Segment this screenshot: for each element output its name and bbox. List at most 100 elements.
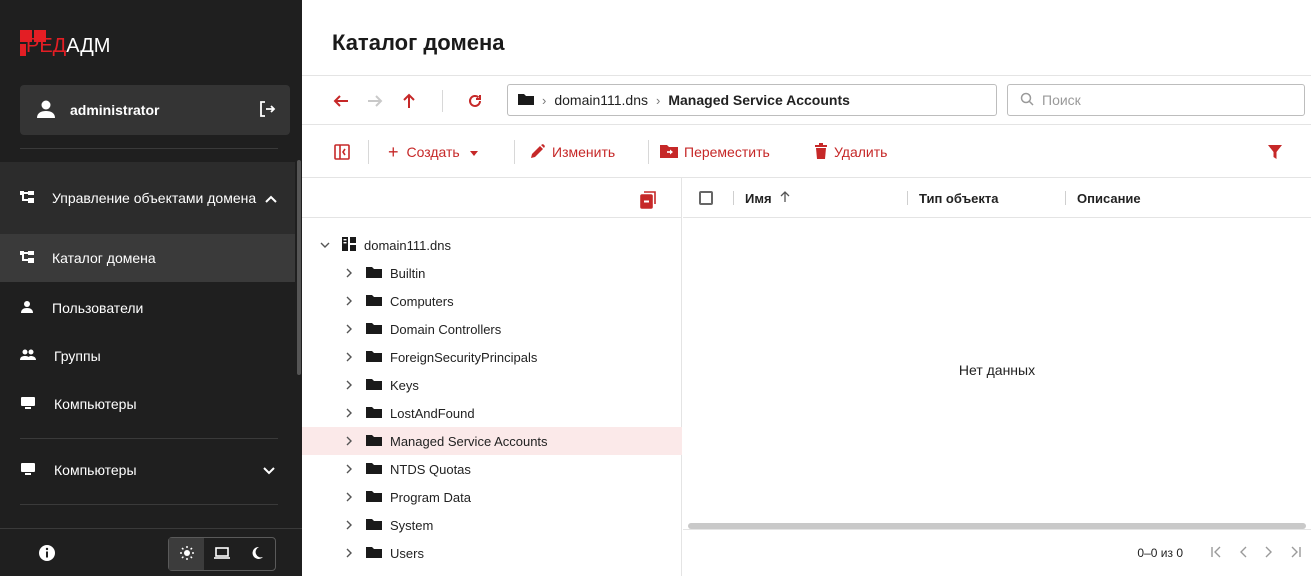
next-page-icon[interactable]	[1265, 545, 1273, 561]
tree-item[interactable]: Users	[302, 539, 682, 567]
user-box: administrator	[20, 85, 290, 135]
column-header-description[interactable]: Описание	[1077, 178, 1141, 218]
create-button[interactable]: + Создать	[388, 140, 484, 164]
first-page-icon[interactable]	[1211, 545, 1221, 561]
tree-item[interactable]: Managed Service Accounts	[302, 427, 682, 455]
tree-item[interactable]: Domain Controllers	[302, 315, 682, 343]
nav-divider	[20, 438, 278, 439]
tree-item[interactable]: ForeignSecurityPrincipals	[302, 343, 682, 371]
breadcrumb[interactable]: › domain111.dns › Managed Service Accoun…	[507, 84, 997, 116]
chevron-right-icon	[342, 548, 356, 558]
chevron-right-icon	[342, 268, 356, 278]
theme-dark-button[interactable]	[240, 538, 275, 570]
tree-item-label: Domain Controllers	[390, 321, 502, 337]
sidebar-section-computers[interactable]: Компьютеры	[0, 446, 295, 494]
sidebar-item-computers[interactable]: Компьютеры	[0, 380, 295, 428]
tree-item[interactable]: System	[302, 511, 682, 539]
sidebar-item-label: Группы	[54, 348, 101, 364]
sidebar-item-label: Пользователи	[52, 300, 144, 316]
tree-item[interactable]: NTDS Quotas	[302, 455, 682, 483]
tree-children: Builtin Computers Domain Controllers Foreig…	[302, 259, 682, 567]
move-button[interactable]: Переместить	[660, 140, 770, 164]
theme-system-button[interactable]	[204, 538, 239, 570]
chevron-down-icon	[318, 242, 332, 248]
tree-item-label: Program Data	[390, 489, 471, 505]
sidebar: РЕДАДМ administrator Управление объектам…	[0, 0, 302, 576]
tree-icon	[20, 250, 34, 267]
column-separator	[907, 191, 908, 205]
toolbar-divider	[514, 140, 515, 164]
nav-group-domain-objects[interactable]: Управление объектами домена	[0, 162, 295, 234]
logout-icon[interactable]	[258, 100, 276, 121]
forward-arrow-icon[interactable]	[364, 90, 386, 112]
filter-icon[interactable]	[1268, 140, 1288, 164]
tree-item-label: Managed Service Accounts	[390, 433, 548, 449]
nav-divider	[20, 148, 278, 149]
caret-down-icon	[469, 144, 484, 160]
sidebar-item-groups[interactable]: Группы	[0, 332, 295, 380]
column-header-name[interactable]: Имя	[745, 178, 790, 218]
edit-button[interactable]: Изменить	[530, 140, 615, 164]
folder-icon	[366, 462, 382, 477]
chevron-right-icon	[342, 352, 356, 362]
refresh-icon[interactable]	[464, 90, 486, 112]
column-header-label: Тип объекта	[919, 190, 999, 206]
sidebar-item-users[interactable]: Пользователи	[0, 284, 295, 332]
toggle-panel-icon[interactable]	[334, 140, 356, 164]
logo-blocks	[20, 30, 48, 56]
breadcrumb-domain[interactable]: domain111.dns	[554, 92, 648, 108]
up-arrow-icon[interactable]	[398, 90, 420, 112]
back-arrow-icon[interactable]	[330, 90, 352, 112]
nav-divider	[20, 504, 278, 505]
domain-icon	[342, 236, 356, 254]
chevron-right-icon	[342, 324, 356, 334]
chevron-right-icon	[342, 436, 356, 446]
search-icon	[1020, 92, 1034, 109]
tree-item-label: Users	[390, 545, 424, 561]
folder-icon	[366, 434, 382, 449]
user-name: administrator	[70, 102, 160, 118]
tree-item[interactable]: Computers	[302, 287, 682, 315]
info-icon[interactable]	[38, 544, 56, 565]
folder-icon	[366, 518, 382, 533]
prev-page-icon[interactable]	[1239, 545, 1247, 561]
collapse-all-icon[interactable]	[640, 191, 656, 212]
sun-icon	[179, 545, 195, 564]
theme-light-button[interactable]	[169, 538, 205, 570]
folder-icon	[366, 322, 382, 337]
user-icon	[20, 300, 34, 317]
breadcrumb-current[interactable]: Managed Service Accounts	[668, 92, 850, 108]
sidebar-item-domain-catalog[interactable]: Каталог домена	[0, 234, 295, 282]
tree-item[interactable]: Program Data	[302, 483, 682, 511]
last-page-icon[interactable]	[1291, 545, 1301, 561]
domain-tree: domain111.dns Builtin Computers Domain Con…	[302, 231, 682, 567]
chevron-right-icon	[342, 296, 356, 306]
tree-item-label: Computers	[390, 293, 454, 309]
search-input[interactable]: Поиск	[1007, 84, 1305, 116]
empty-state-text: Нет данных	[958, 362, 1036, 378]
tree-root-item[interactable]: domain111.dns	[302, 231, 682, 259]
chevron-right-icon	[342, 408, 356, 418]
pencil-icon	[530, 143, 552, 162]
folder-icon	[366, 350, 382, 365]
sort-arrow-up-icon	[780, 190, 790, 206]
sidebar-scrollbar[interactable]	[297, 160, 301, 375]
folder-icon	[366, 266, 382, 281]
delete-button[interactable]: Удалить	[814, 140, 887, 164]
folder-icon	[366, 490, 382, 505]
table-header: Имя Тип объекта Описание	[683, 178, 1311, 218]
chevron-right-icon	[342, 464, 356, 474]
app-logo[interactable]: РЕДАДМ	[20, 16, 110, 56]
tree-item-label: LostAndFound	[390, 405, 475, 421]
tree-item[interactable]: LostAndFound	[302, 399, 682, 427]
select-all-checkbox[interactable]	[699, 191, 713, 205]
tree-item[interactable]: Builtin	[302, 259, 682, 287]
nav-group-label: Управление объектами домена	[52, 189, 257, 206]
folder-icon	[518, 92, 534, 108]
tree-item[interactable]: Keys	[302, 371, 682, 399]
column-header-type[interactable]: Тип объекта	[919, 178, 999, 218]
folder-icon	[366, 546, 382, 561]
folder-icon	[366, 406, 382, 421]
column-header-label: Имя	[745, 190, 772, 206]
tree-item-label: NTDS Quotas	[390, 461, 471, 477]
